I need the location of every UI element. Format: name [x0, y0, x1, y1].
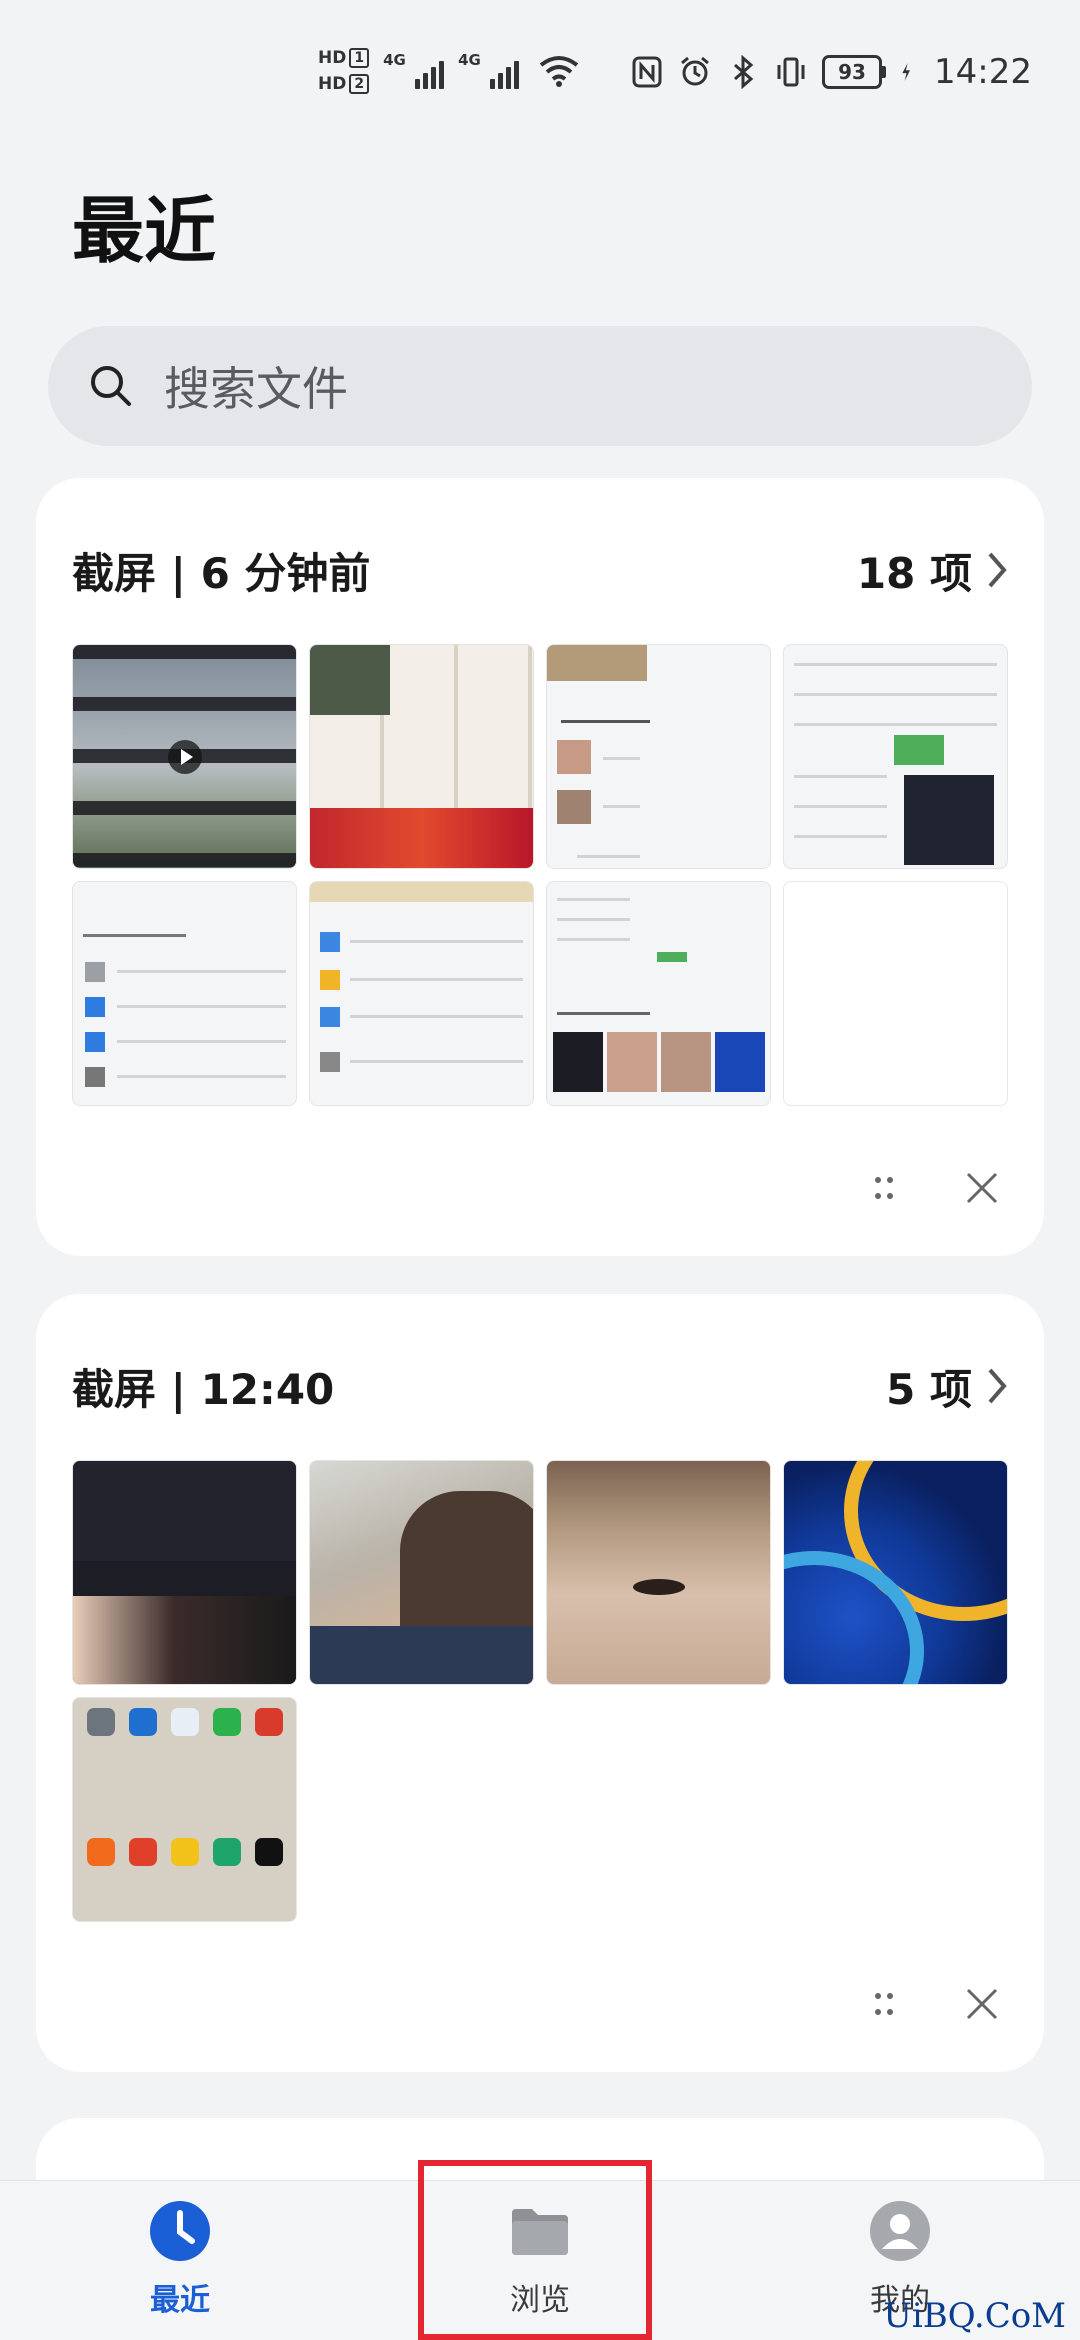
battery-icon: 93: [822, 55, 887, 89]
search-bar[interactable]: 搜索文件: [48, 326, 1032, 446]
screenshot-thumbnail[interactable]: [72, 1697, 297, 1922]
charging-icon: [902, 63, 911, 81]
drag-handle-icon[interactable]: [864, 1168, 904, 1208]
wifi-icon: [539, 56, 579, 87]
avatar-icon: [870, 2201, 930, 2261]
page-title: 最近: [72, 189, 217, 273]
group-title: 截屏 | 12:40: [72, 1364, 335, 1414]
screenshot-thumbnail[interactable]: [72, 1460, 297, 1685]
group-count: 5 项: [886, 1364, 972, 1414]
screenshot-thumbnail[interactable]: [546, 644, 771, 869]
close-icon[interactable]: [962, 1168, 1002, 1208]
screenshot-thumbnail[interactable]: [309, 644, 534, 869]
clock-icon: [150, 2201, 210, 2261]
screenshot-thumbnail[interactable]: [546, 881, 771, 1106]
signal-icon: 4G: [458, 51, 520, 89]
screenshot-group-card: 截屏 | 6 分钟前 18 项: [36, 478, 1044, 1256]
search-placeholder: 搜索文件: [164, 362, 348, 416]
screenshot-thumbnail[interactable]: [783, 1460, 1008, 1685]
screenshot-thumbnail[interactable]: [309, 881, 534, 1106]
highlight-box: [418, 2160, 652, 2340]
chevron-right-icon: [988, 1368, 1007, 1404]
signal-icon: 4G: [383, 51, 445, 89]
close-icon[interactable]: [962, 1984, 1002, 2024]
clock: 14:22: [934, 52, 1032, 92]
screenshot-thumbnail[interactable]: [72, 881, 297, 1106]
hd-indicator-2: HD 2: [318, 74, 370, 94]
bluetooth-icon: [734, 55, 754, 89]
group-count-link[interactable]: 18 项: [857, 540, 1008, 601]
nav-tab-recent[interactable]: 最近: [80, 2199, 280, 2319]
search-icon: [91, 366, 131, 406]
screenshot-thumbnail[interactable]: [783, 881, 1008, 1106]
group-count-link[interactable]: 5 项: [886, 1356, 1008, 1417]
group-count: 18 项: [856, 548, 972, 598]
nav-label: 最近: [150, 2283, 210, 2318]
alarm-icon: [681, 56, 709, 86]
hd-indicator-1: HD 1: [318, 48, 370, 68]
screenshot-thumbnail[interactable]: [309, 1460, 534, 1685]
screenshot-thumbnail[interactable]: [783, 644, 1008, 869]
thumbnail-grid: [72, 644, 1008, 1106]
video-thumbnail[interactable]: [72, 644, 297, 869]
screenshot-thumbnail[interactable]: [546, 1460, 771, 1685]
drag-handle-icon[interactable]: [864, 1984, 904, 2024]
thumbnail-grid: [72, 1460, 1008, 1922]
nfc-icon: [632, 56, 662, 88]
play-icon: [167, 739, 202, 774]
status-bar: HD 1 HD 2 4G 4G 93 14:22: [0, 0, 1080, 150]
watermark: UiBQ.CoM: [883, 2296, 1066, 2336]
screenshot-group-card: 截屏 | 12:40 5 项: [36, 1294, 1044, 2072]
vibrate-icon: [777, 57, 805, 87]
chevron-right-icon: [988, 552, 1007, 588]
group-title: 截屏 | 6 分钟前: [72, 548, 371, 598]
